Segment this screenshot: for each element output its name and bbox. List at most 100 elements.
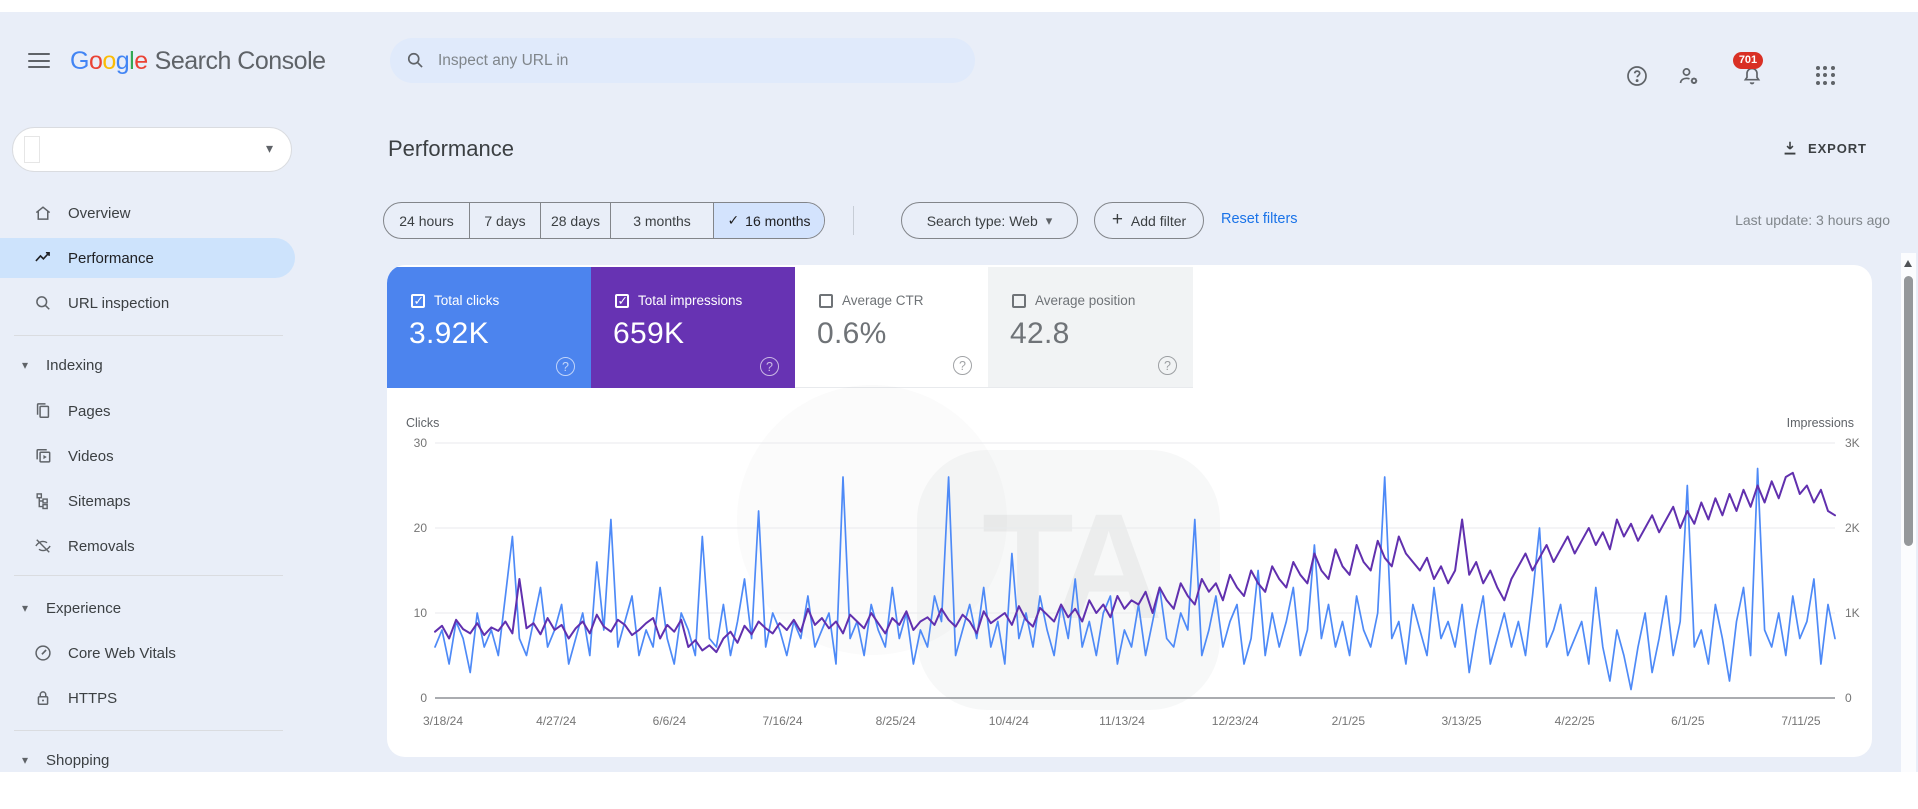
lock-icon bbox=[33, 688, 53, 708]
sidebar-group-label: Indexing bbox=[46, 357, 103, 374]
vertical-scrollbar[interactable] bbox=[1901, 253, 1916, 772]
property-selector-dropdown[interactable]: ▾ bbox=[12, 127, 292, 172]
date-range-chip-16-months[interactable]: ✓ 16 months bbox=[714, 203, 824, 238]
y-axis-tick-right: 1K bbox=[1845, 606, 1860, 620]
add-filter-button[interactable]: + Add filter bbox=[1094, 202, 1204, 239]
sidebar-item-pages[interactable]: Pages bbox=[0, 391, 295, 431]
y-axis-tick-left: 20 bbox=[414, 521, 428, 535]
add-filter-label: Add filter bbox=[1131, 213, 1186, 229]
y-axis-tick-left: 10 bbox=[414, 606, 428, 620]
y-axis-title-clicks: Clicks bbox=[406, 416, 439, 430]
user-settings-icon[interactable] bbox=[1677, 64, 1701, 88]
google-search-console-logo: GoogleSearch Console bbox=[70, 47, 326, 76]
sidebar-item-videos[interactable]: Videos bbox=[0, 436, 295, 476]
sidebar-item-label: Removals bbox=[68, 538, 135, 555]
sidebar-item-label: Core Web Vitals bbox=[68, 645, 176, 662]
x-axis-date-label: 7/16/24 bbox=[762, 714, 802, 728]
sidebar-item-core-web-vitals[interactable]: Core Web Vitals bbox=[0, 633, 295, 673]
video-icon bbox=[33, 446, 53, 466]
caret-down-icon: ▾ bbox=[22, 358, 28, 372]
y-axis-tick-left: 30 bbox=[414, 436, 428, 450]
help-icon[interactable] bbox=[1625, 64, 1649, 88]
x-axis-date-label: 2/1/25 bbox=[1332, 714, 1366, 728]
date-range-label: 24 hours bbox=[399, 213, 453, 229]
y-axis-tick-left: 0 bbox=[420, 691, 427, 705]
sidebar-group-shopping[interactable]: ▾ Shopping bbox=[0, 748, 295, 772]
sidebar-group-experience[interactable]: ▾ Experience bbox=[0, 596, 295, 620]
google-wordmark: Google bbox=[70, 47, 148, 75]
caret-down-icon: ▾ bbox=[1046, 213, 1053, 229]
eye-off-icon bbox=[33, 536, 53, 556]
download-icon bbox=[1780, 138, 1800, 158]
y-axis-tick-right: 3K bbox=[1845, 436, 1860, 450]
sidebar-item-label: URL inspection bbox=[68, 295, 169, 312]
x-axis-date-label: 10/4/24 bbox=[989, 714, 1029, 728]
sidebar-item-overview[interactable]: Overview bbox=[0, 193, 295, 233]
trending-up-icon bbox=[33, 248, 53, 268]
date-range-label: 7 days bbox=[484, 213, 525, 229]
home-icon bbox=[33, 203, 53, 223]
y-axis-tick-right: 0 bbox=[1845, 691, 1852, 705]
sidebar-divider bbox=[14, 575, 283, 576]
sitemap-tree-icon bbox=[33, 491, 53, 511]
product-name: Search Console bbox=[155, 47, 326, 75]
sidebar-item-sitemaps[interactable]: Sitemaps bbox=[0, 481, 295, 521]
sidebar-item-label: Performance bbox=[68, 250, 154, 267]
clicks-impressions-line-chart: Clicks Impressions 0 10 20 30 0 1K 2K 3K 3/18/24 4/… bbox=[387, 265, 1872, 757]
reset-filters-link[interactable]: Reset filters bbox=[1221, 211, 1298, 227]
date-range-chip-7-days[interactable]: 7 days bbox=[470, 203, 541, 238]
sidebar-item-label: Pages bbox=[68, 403, 111, 420]
sidebar-group-indexing[interactable]: ▾ Indexing bbox=[0, 353, 295, 377]
google-apps-grid-icon[interactable] bbox=[1816, 66, 1835, 85]
property-selector-value bbox=[24, 136, 40, 163]
page-title: Performance bbox=[388, 136, 514, 162]
plus-icon: + bbox=[1112, 210, 1123, 229]
x-axis-date-label: 4/22/25 bbox=[1555, 714, 1595, 728]
caret-down-icon: ▾ bbox=[22, 601, 28, 615]
sidebar-item-https[interactable]: HTTPS bbox=[0, 678, 295, 718]
date-range-label: 28 days bbox=[551, 213, 600, 229]
sidebar-divider bbox=[14, 730, 283, 731]
date-range-label: 3 months bbox=[633, 213, 691, 229]
date-range-label: 16 months bbox=[745, 213, 810, 229]
chevron-down-icon: ▾ bbox=[266, 140, 273, 157]
google-search-console-app: GoogleSearch Console 701 ▾ Overview Perf… bbox=[0, 0, 1918, 809]
sidebar-item-label: Sitemaps bbox=[68, 493, 131, 510]
search-type-dropdown[interactable]: Search type: Web ▾ bbox=[901, 202, 1078, 239]
date-range-group: 24 hours 7 days 28 days 3 months ✓ 16 months bbox=[383, 202, 825, 239]
notification-count-badge[interactable]: 701 bbox=[1733, 52, 1763, 69]
search-icon bbox=[405, 50, 425, 70]
scrollbar-thumb[interactable] bbox=[1904, 276, 1913, 546]
y-axis-title-impressions: Impressions bbox=[1787, 416, 1854, 430]
sidebar-group-label: Experience bbox=[46, 600, 121, 617]
x-axis-date-label: 6/1/25 bbox=[1671, 714, 1705, 728]
date-range-chip-24-hours[interactable]: 24 hours bbox=[384, 203, 470, 238]
sidebar-item-label: HTTPS bbox=[68, 690, 117, 707]
x-axis-date-label: 3/18/24 bbox=[423, 714, 463, 728]
performance-report-panel: Total clicks 3.92K ? Total impressions 6… bbox=[387, 265, 1872, 757]
search-icon bbox=[33, 293, 53, 313]
x-axis-date-label: 7/11/25 bbox=[1781, 714, 1820, 728]
series-line-clicks bbox=[435, 469, 1835, 690]
caret-down-icon: ▾ bbox=[22, 753, 28, 767]
sidebar-item-removals[interactable]: Removals bbox=[0, 526, 295, 566]
x-axis-date-label: 11/13/24 bbox=[1099, 714, 1145, 728]
menu-icon[interactable] bbox=[28, 53, 50, 69]
export-button[interactable]: EXPORT bbox=[1780, 138, 1867, 158]
url-inspection-searchbar[interactable] bbox=[390, 38, 975, 83]
gauge-icon bbox=[33, 643, 53, 663]
check-icon: ✓ bbox=[727, 212, 739, 229]
search-input[interactable] bbox=[438, 38, 948, 83]
x-axis-date-label: 3/13/25 bbox=[1441, 714, 1481, 728]
x-axis-date-label: 12/23/24 bbox=[1212, 714, 1259, 728]
search-type-label: Search type: Web bbox=[927, 213, 1038, 229]
date-range-chip-28-days[interactable]: 28 days bbox=[541, 203, 611, 238]
x-axis-date-label: 8/25/24 bbox=[876, 714, 916, 728]
y-axis-tick-right: 2K bbox=[1845, 521, 1860, 535]
scrollbar-up-arrow-icon[interactable] bbox=[1904, 260, 1912, 267]
sidebar-divider bbox=[14, 335, 283, 336]
date-range-chip-3-months[interactable]: 3 months bbox=[611, 203, 714, 238]
sidebar-item-performance[interactable]: Performance bbox=[0, 238, 295, 278]
sidebar-item-url-inspection[interactable]: URL inspection bbox=[0, 283, 295, 323]
export-label: EXPORT bbox=[1808, 141, 1867, 156]
